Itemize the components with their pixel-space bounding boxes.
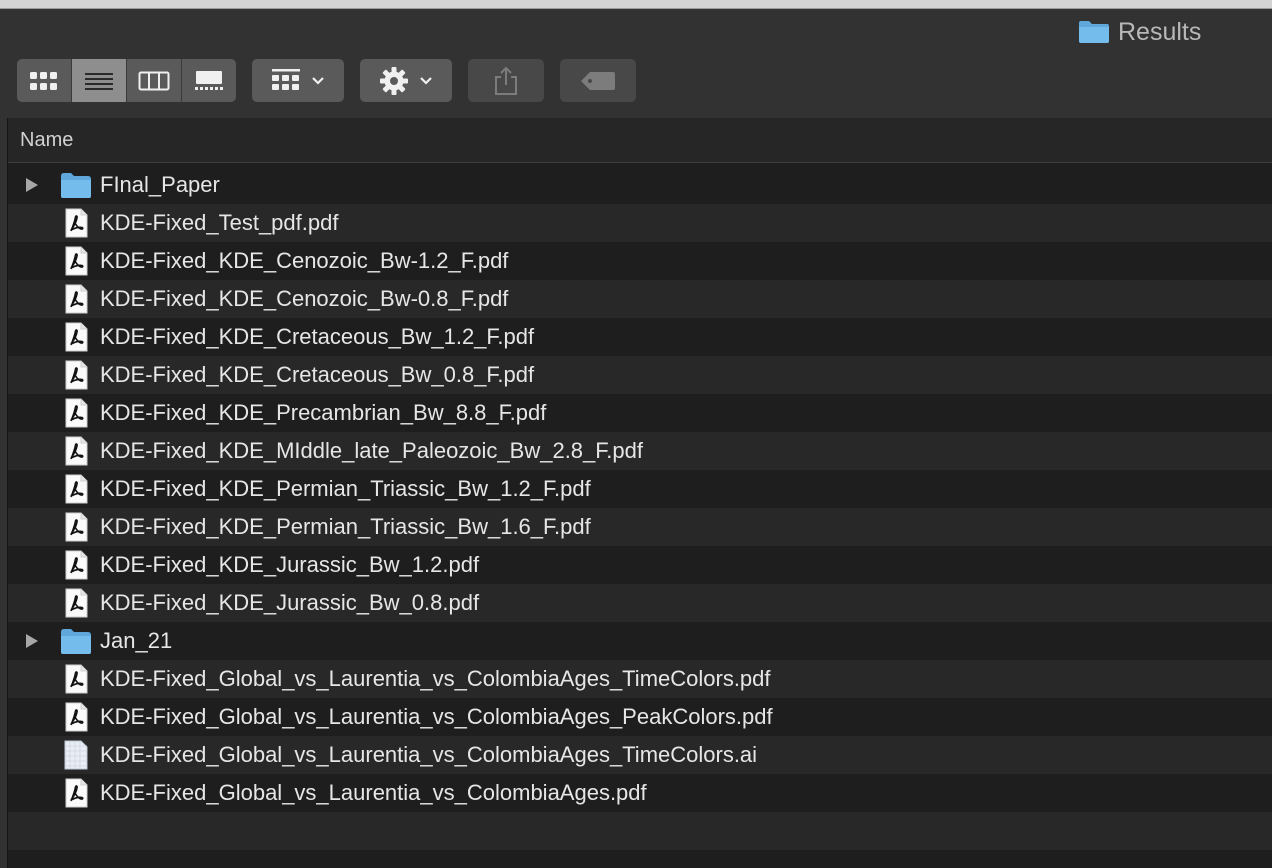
file-row[interactable]: KDE-Fixed_Global_vs_Laurentia_vs_Colombi… — [8, 698, 1272, 736]
file-row[interactable]: KDE-Fixed_KDE_Permian_Triassic_Bw_1.6_F.… — [8, 508, 1272, 546]
pdf-file-icon — [60, 284, 92, 314]
toolbar: Results — [0, 9, 1272, 119]
name-column-label: Name — [20, 129, 74, 151]
title-bar-strip — [0, 0, 1272, 9]
window-title-text: Results — [1118, 17, 1202, 46]
tag-icon — [581, 71, 615, 90]
file-name: KDE-Fixed_KDE_Precambrian_Bw_8.8_F.pdf — [100, 400, 547, 425]
file-row[interactable]: KDE-Fixed_KDE_Permian_Triassic_Bw_1.2_F.… — [8, 470, 1272, 508]
file-row[interactable]: KDE-Fixed_KDE_Jurassic_Bw_1.2.pdf — [8, 546, 1272, 584]
folder-icon — [60, 626, 92, 656]
gallery-view-button[interactable] — [182, 59, 236, 102]
file-list: FInal_Paper KDE-Fixed_Test_pdf.pdf KDE-Fix… — [8, 166, 1272, 868]
file-name: KDE-Fixed_Global_vs_Laurentia_vs_Colombi… — [100, 780, 647, 805]
file-name: KDE-Fixed_KDE_Cenozoic_Bw-1.2_F.pdf — [100, 248, 509, 273]
file-row[interactable]: KDE-Fixed_KDE_Cretaceous_Bw_1.2_F.pdf — [8, 318, 1272, 356]
file-name: KDE-Fixed_KDE_Jurassic_Bw_0.8.pdf — [100, 590, 480, 615]
file-name: KDE-Fixed_KDE_Cenozoic_Bw-0.8_F.pdf — [100, 286, 509, 311]
group-by-button[interactable] — [252, 59, 344, 102]
file-name: KDE-Fixed_Test_pdf.pdf — [100, 210, 339, 235]
gallery-view-icon — [195, 70, 223, 90]
column-header-name[interactable]: Name — [8, 118, 1272, 163]
chevron-down-icon — [420, 76, 432, 85]
file-name: KDE-Fixed_KDE_Cretaceous_Bw_1.2_F.pdf — [100, 324, 535, 349]
ai-file-icon — [60, 740, 92, 770]
view-mode-segmented-control[interactable] — [17, 59, 236, 102]
file-row[interactable]: KDE-Fixed_Test_pdf.pdf — [8, 204, 1272, 242]
column-view-icon — [138, 71, 170, 90]
icon-view-button[interactable] — [17, 59, 72, 102]
file-name: KDE-Fixed_KDE_Permian_Triassic_Bw_1.2_F.… — [100, 476, 591, 501]
file-row[interactable]: KDE-Fixed_KDE_Cretaceous_Bw_0.8_F.pdf — [8, 356, 1272, 394]
share-button[interactable] — [468, 59, 544, 102]
pdf-file-icon — [60, 246, 92, 276]
file-name: Jan_21 — [100, 628, 173, 653]
file-row[interactable]: KDE-Fixed_KDE_Cenozoic_Bw-0.8_F.pdf — [8, 280, 1272, 318]
pdf-file-icon — [60, 588, 92, 618]
tags-button[interactable] — [560, 59, 636, 102]
gear-icon — [380, 66, 408, 95]
file-row[interactable]: KDE-Fixed_Global_vs_Laurentia_vs_Colombi… — [8, 774, 1272, 812]
file-row[interactable]: KDE-Fixed_KDE_Jurassic_Bw_0.8.pdf — [8, 584, 1272, 622]
file-name: KDE-Fixed_KDE_Permian_Triassic_Bw_1.6_F.… — [100, 514, 591, 539]
pdf-file-icon — [60, 436, 92, 466]
column-view-button[interactable] — [127, 59, 182, 102]
pdf-file-icon — [60, 322, 92, 352]
disclosure-triangle-icon[interactable] — [24, 177, 40, 193]
window-title: Results — [1078, 17, 1201, 47]
pdf-file-icon — [60, 550, 92, 580]
group-grid-icon — [272, 68, 300, 90]
folder-icon — [1079, 21, 1109, 43]
pdf-file-icon — [60, 702, 92, 732]
file-row[interactable]: KDE-Fixed_KDE_Precambrian_Bw_8.8_F.pdf — [8, 394, 1272, 432]
empty-row — [8, 812, 1272, 850]
pdf-file-icon — [60, 398, 92, 428]
list-view-button[interactable] — [72, 59, 127, 102]
folder-row[interactable]: Jan_21 — [8, 622, 1272, 660]
action-menu-button[interactable] — [360, 59, 452, 102]
file-name: FInal_Paper — [100, 172, 220, 197]
pdf-file-icon — [60, 664, 92, 694]
pdf-file-icon — [60, 474, 92, 504]
file-name: KDE-Fixed_KDE_MIddle_late_Paleozoic_Bw_2… — [100, 438, 643, 463]
pdf-file-icon — [60, 778, 92, 808]
share-icon — [495, 66, 517, 95]
file-name: KDE-Fixed_Global_vs_Laurentia_vs_Colombi… — [100, 704, 773, 729]
pdf-file-icon — [60, 512, 92, 542]
file-name: KDE-Fixed_Global_vs_Laurentia_vs_Colombi… — [100, 666, 771, 691]
pdf-file-icon — [60, 360, 92, 390]
file-row[interactable]: KDE-Fixed_KDE_Cenozoic_Bw-1.2_F.pdf — [8, 242, 1272, 280]
icon-view-icon — [30, 71, 57, 90]
file-name: KDE-Fixed_Global_vs_Laurentia_vs_Colombi… — [100, 742, 758, 767]
file-name: KDE-Fixed_KDE_Jurassic_Bw_1.2.pdf — [100, 552, 480, 577]
finder-window: Results Name FInal_Paper KDE-Fixed_Test_… — [0, 0, 1272, 868]
empty-row — [8, 850, 1272, 868]
disclosure-triangle-icon[interactable] — [24, 633, 40, 649]
file-name: KDE-Fixed_KDE_Cretaceous_Bw_0.8_F.pdf — [100, 362, 535, 387]
file-row[interactable]: KDE-Fixed_Global_vs_Laurentia_vs_Colombi… — [8, 736, 1272, 774]
file-row[interactable]: KDE-Fixed_KDE_MIddle_late_Paleozoic_Bw_2… — [8, 432, 1272, 470]
file-row[interactable]: KDE-Fixed_Global_vs_Laurentia_vs_Colombi… — [8, 660, 1272, 698]
sidebar-edge — [0, 118, 8, 868]
pdf-file-icon — [60, 208, 92, 238]
chevron-down-icon — [312, 76, 324, 85]
list-view-icon — [85, 72, 113, 90]
folder-icon — [60, 170, 92, 200]
folder-row[interactable]: FInal_Paper — [8, 166, 1272, 204]
